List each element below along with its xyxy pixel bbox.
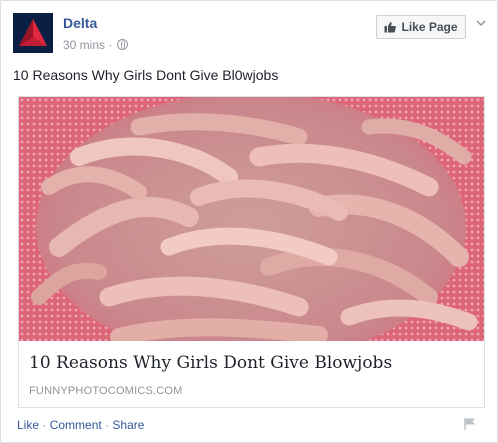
thumbs-up-icon	[384, 22, 397, 33]
globe-icon[interactable]	[116, 39, 128, 50]
post-meta: 30 mins ·	[63, 38, 128, 52]
meta-separator: ·	[108, 38, 113, 52]
action-separator: ·	[105, 418, 110, 432]
link-title[interactable]: 10 Reasons Why Girls Dont Give Blowjobs	[29, 353, 392, 373]
timestamp-link[interactable]: 30 mins	[63, 38, 105, 52]
post-actions: Like · Comment · Share	[17, 418, 144, 432]
chevron-down-icon[interactable]	[474, 16, 488, 30]
action-separator: ·	[42, 418, 47, 432]
like-button[interactable]: Like	[17, 418, 39, 432]
share-button[interactable]: Share	[112, 418, 144, 432]
like-page-label: Like Page	[401, 20, 458, 34]
flag-icon[interactable]	[463, 417, 477, 431]
like-page-button[interactable]: Like Page	[376, 15, 466, 39]
link-preview-image[interactable]	[19, 97, 484, 341]
link-attachment[interactable]: 10 Reasons Why Girls Dont Give Blowjobs …	[18, 96, 485, 408]
post-message: 10 Reasons Why Girls Dont Give Bl0wjobs	[13, 67, 279, 83]
page-avatar[interactable]	[13, 13, 53, 53]
post-card: Delta 30 mins · Like Page 10 Reasons Why…	[0, 0, 498, 443]
comment-button[interactable]: Comment	[50, 418, 102, 432]
delta-logo-icon	[13, 13, 53, 53]
link-domain: FUNNYPHOTOCOMICS.COM	[29, 385, 183, 397]
page-name-link[interactable]: Delta	[63, 15, 97, 31]
preview-photo	[19, 97, 484, 341]
